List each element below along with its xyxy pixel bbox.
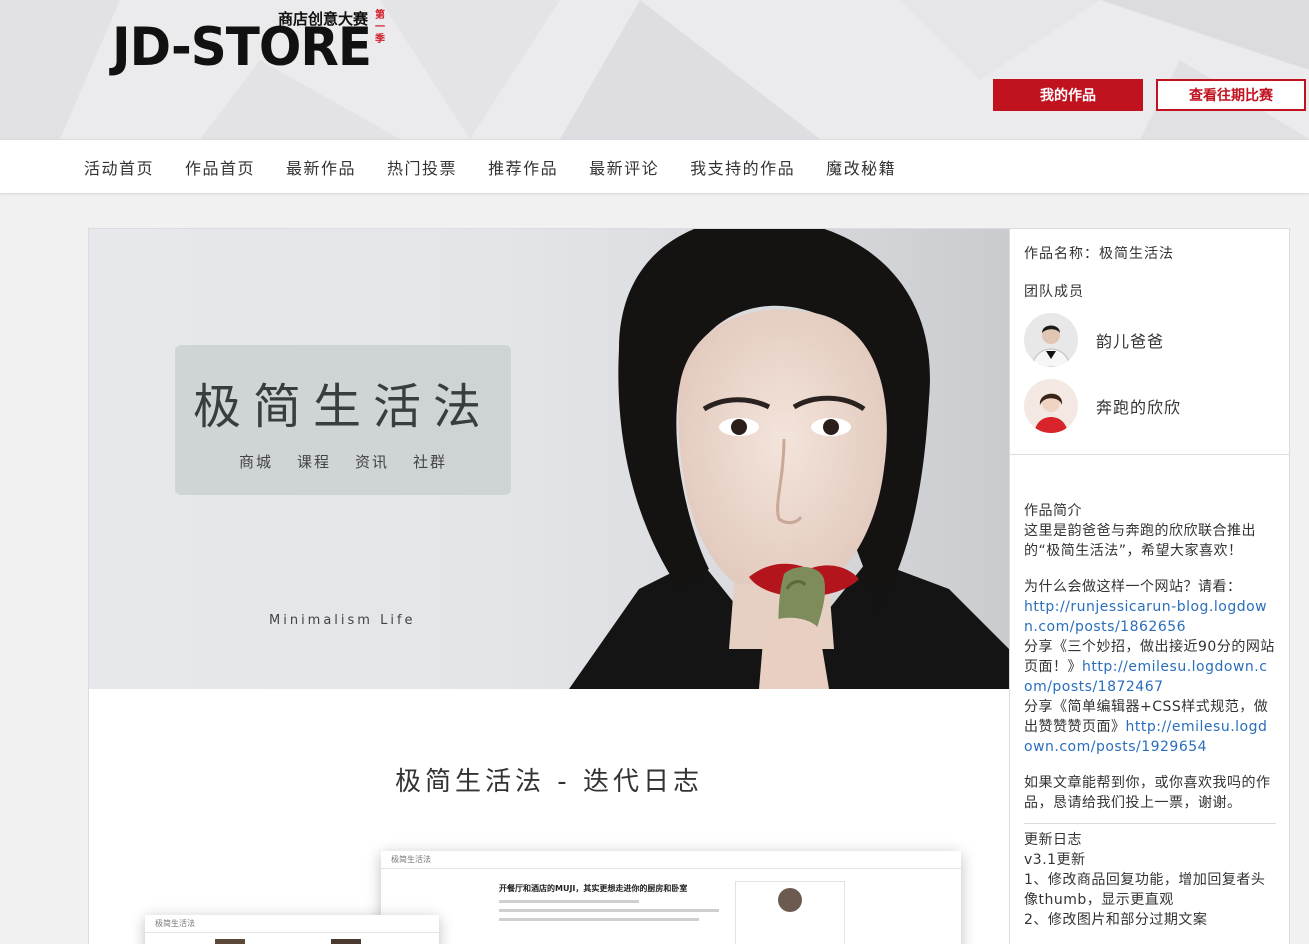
changelog-item: 1、修改商品回复功能，增加回复者头像thumb，显示更直观 [1024, 872, 1266, 908]
nav-item-home[interactable]: 活动首页 [84, 155, 154, 179]
divider [1024, 823, 1276, 824]
team-member[interactable]: 奔跑的欣欣 [1024, 379, 1276, 433]
intro-text: 这里是韵爸爸与奔跑的欣欣联合推出的“极简生活法”，希望大家喜欢！ [1024, 523, 1256, 559]
changelog-item: 2、修改图片和部分过期文案 [1024, 912, 1208, 928]
hero-link-shop: 商城 [238, 453, 273, 471]
team-label: 团队成员 [1024, 284, 1084, 300]
screenshot-avatar [778, 888, 802, 912]
changelog-section-title: 极简生活法 - 迭代日志 [395, 767, 703, 797]
avatar-woman-icon [1024, 379, 1078, 433]
changelog-version: v3.1更新 [1024, 852, 1086, 868]
screenshot-thumb [215, 939, 245, 944]
jd-store-logo[interactable]: JD-STORE 商店创意大赛 第一季 [112, 8, 392, 73]
screenshot-thumb [331, 939, 361, 944]
work-name-value: 极简生活法 [1099, 246, 1174, 262]
screenshot-topbar-small: 极简生活法 [145, 915, 439, 933]
main-nav: 活动首页 作品首页 最新作品 热门投票 推荐作品 最新评论 我支持的作品 魔改秘… [0, 139, 1309, 194]
avatar-man-icon [1024, 313, 1078, 367]
team-member[interactable]: 韵儿爸爸 [1024, 313, 1276, 367]
why-text: 为什么会做这样一个网站？请看： [1024, 579, 1242, 595]
closing-text: 如果文章能帮到你，或你喜欢我吗的作品，恳请给我们投上一票，谢谢。 [1024, 775, 1271, 811]
nav-item-mod-tips[interactable]: 魔改秘籍 [826, 155, 896, 179]
work-info-top: 作品名称：极简生活法 团队成员 韵儿爸爸 奔跑的欣欣 [1010, 229, 1290, 455]
nav-item-latest-works[interactable]: 最新作品 [286, 155, 356, 179]
intro-label: 作品简介 [1024, 503, 1082, 519]
work-name-label: 作品名称： [1024, 246, 1099, 262]
screenshot-brand: 极简生活法 [391, 855, 431, 864]
nav-item-recommended[interactable]: 推荐作品 [488, 155, 558, 179]
screenshot-preview-large: 极简生活法 开餐厅和酒店的MUJI，其实更想走进你的厨房和卧室 [381, 851, 961, 944]
hero-banner: 极简生活法 商城 课程 资讯 社群 Minimalism Life [89, 229, 1009, 689]
my-works-button[interactable]: 我的作品 [993, 79, 1143, 111]
team-member-name: 奔跑的欣欣 [1096, 398, 1182, 417]
nav-item-latest-comments[interactable]: 最新评论 [589, 155, 659, 179]
nav-item-hot-votes[interactable]: 热门投票 [387, 155, 457, 179]
site-header: JD-STORE 商店创意大赛 第一季 我的作品 查看往期比赛 [0, 0, 1309, 139]
hero-title: 极简生活法 [192, 379, 493, 435]
logo-season: 第一季 [375, 10, 385, 45]
hero-link-course: 课程 [296, 453, 331, 471]
changelog-label: 更新日志 [1024, 832, 1082, 848]
hero-links: 商城 课程 资讯 社群 [175, 451, 511, 472]
portrait-image [569, 229, 1009, 689]
past-contests-button[interactable]: 查看往期比赛 [1156, 79, 1306, 111]
work-detail-card: 极简生活法 商城 课程 资讯 社群 Minimalism Life 极简生活法 … [88, 228, 1290, 944]
screenshot-brand-small: 极简生活法 [155, 919, 195, 928]
hero-caption: Minimalism Life [269, 613, 416, 628]
nav-item-supported-works[interactable]: 我支持的作品 [690, 155, 795, 179]
blog-link-1[interactable]: http://runjessicarun-blog.logdown.com/po… [1024, 599, 1267, 635]
hero-title-box: 极简生活法 商城 课程 资讯 社群 [175, 345, 511, 495]
work-name-row: 作品名称：极简生活法 [1024, 243, 1276, 263]
screenshot-avatar-box [735, 881, 845, 944]
work-description: 作品简介 这里是韵爸爸与奔跑的欣欣联合推出的“极简生活法”，希望大家喜欢！ 为什… [1010, 455, 1290, 930]
work-preview: 极简生活法 商城 课程 资讯 社群 Minimalism Life 极简生活法 … [89, 229, 1009, 944]
screenshot-preview-small: 极简生活法 [145, 915, 439, 944]
screenshot-topbar: 极简生活法 [381, 851, 961, 869]
screenshot-headline: 开餐厅和酒店的MUJI，其实更想走进你的厨房和卧室 [499, 884, 688, 893]
logo-subtitle: 商店创意大赛 [278, 10, 369, 28]
work-info-panel: 作品名称：极简生活法 团队成员 韵儿爸爸 奔跑的欣欣 作品简介 这里是韵爸爸与奔… [1009, 229, 1290, 944]
team-member-name: 韵儿爸爸 [1096, 332, 1165, 351]
nav-item-works-home[interactable]: 作品首页 [185, 155, 255, 179]
hero-link-news: 资讯 [355, 453, 390, 471]
hero-link-community: 社群 [413, 453, 448, 471]
